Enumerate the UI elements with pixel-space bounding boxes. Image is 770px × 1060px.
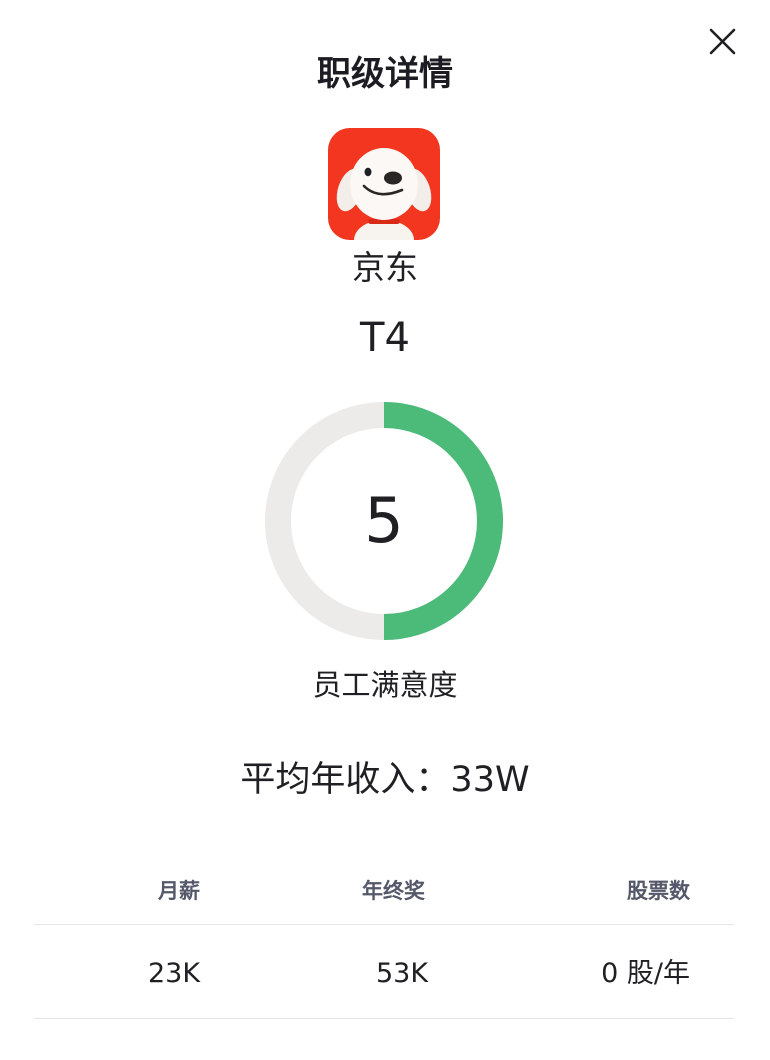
company-logo xyxy=(328,128,440,240)
cell-stock-count: 0 股/年 xyxy=(601,958,690,989)
satisfaction-ring: 5 xyxy=(265,402,503,640)
compensation-table: 月薪 年终奖 股票数 23K 53K 0 股/年 xyxy=(34,860,734,1019)
cell-monthly-salary: 23K xyxy=(148,958,201,989)
jd-dog-logo-icon xyxy=(336,148,432,240)
company-name: 京东 xyxy=(352,248,418,287)
satisfaction-score: 5 xyxy=(364,484,404,557)
header-year-end-bonus: 年终奖 xyxy=(362,879,425,903)
job-level: T4 xyxy=(360,315,410,361)
page-title: 职级详情 xyxy=(317,54,453,94)
satisfaction-label: 员工满意度 xyxy=(312,668,458,702)
table-header-row: 月薪 年终奖 股票数 xyxy=(34,860,734,925)
header-monthly-salary: 月薪 xyxy=(158,879,200,903)
table-row: 23K 53K 0 股/年 xyxy=(34,925,734,1019)
cell-year-end-bonus: 53K xyxy=(376,958,429,989)
header-stock-count: 股票数 xyxy=(627,879,690,903)
average-income: 平均年收入：33W xyxy=(240,760,530,800)
